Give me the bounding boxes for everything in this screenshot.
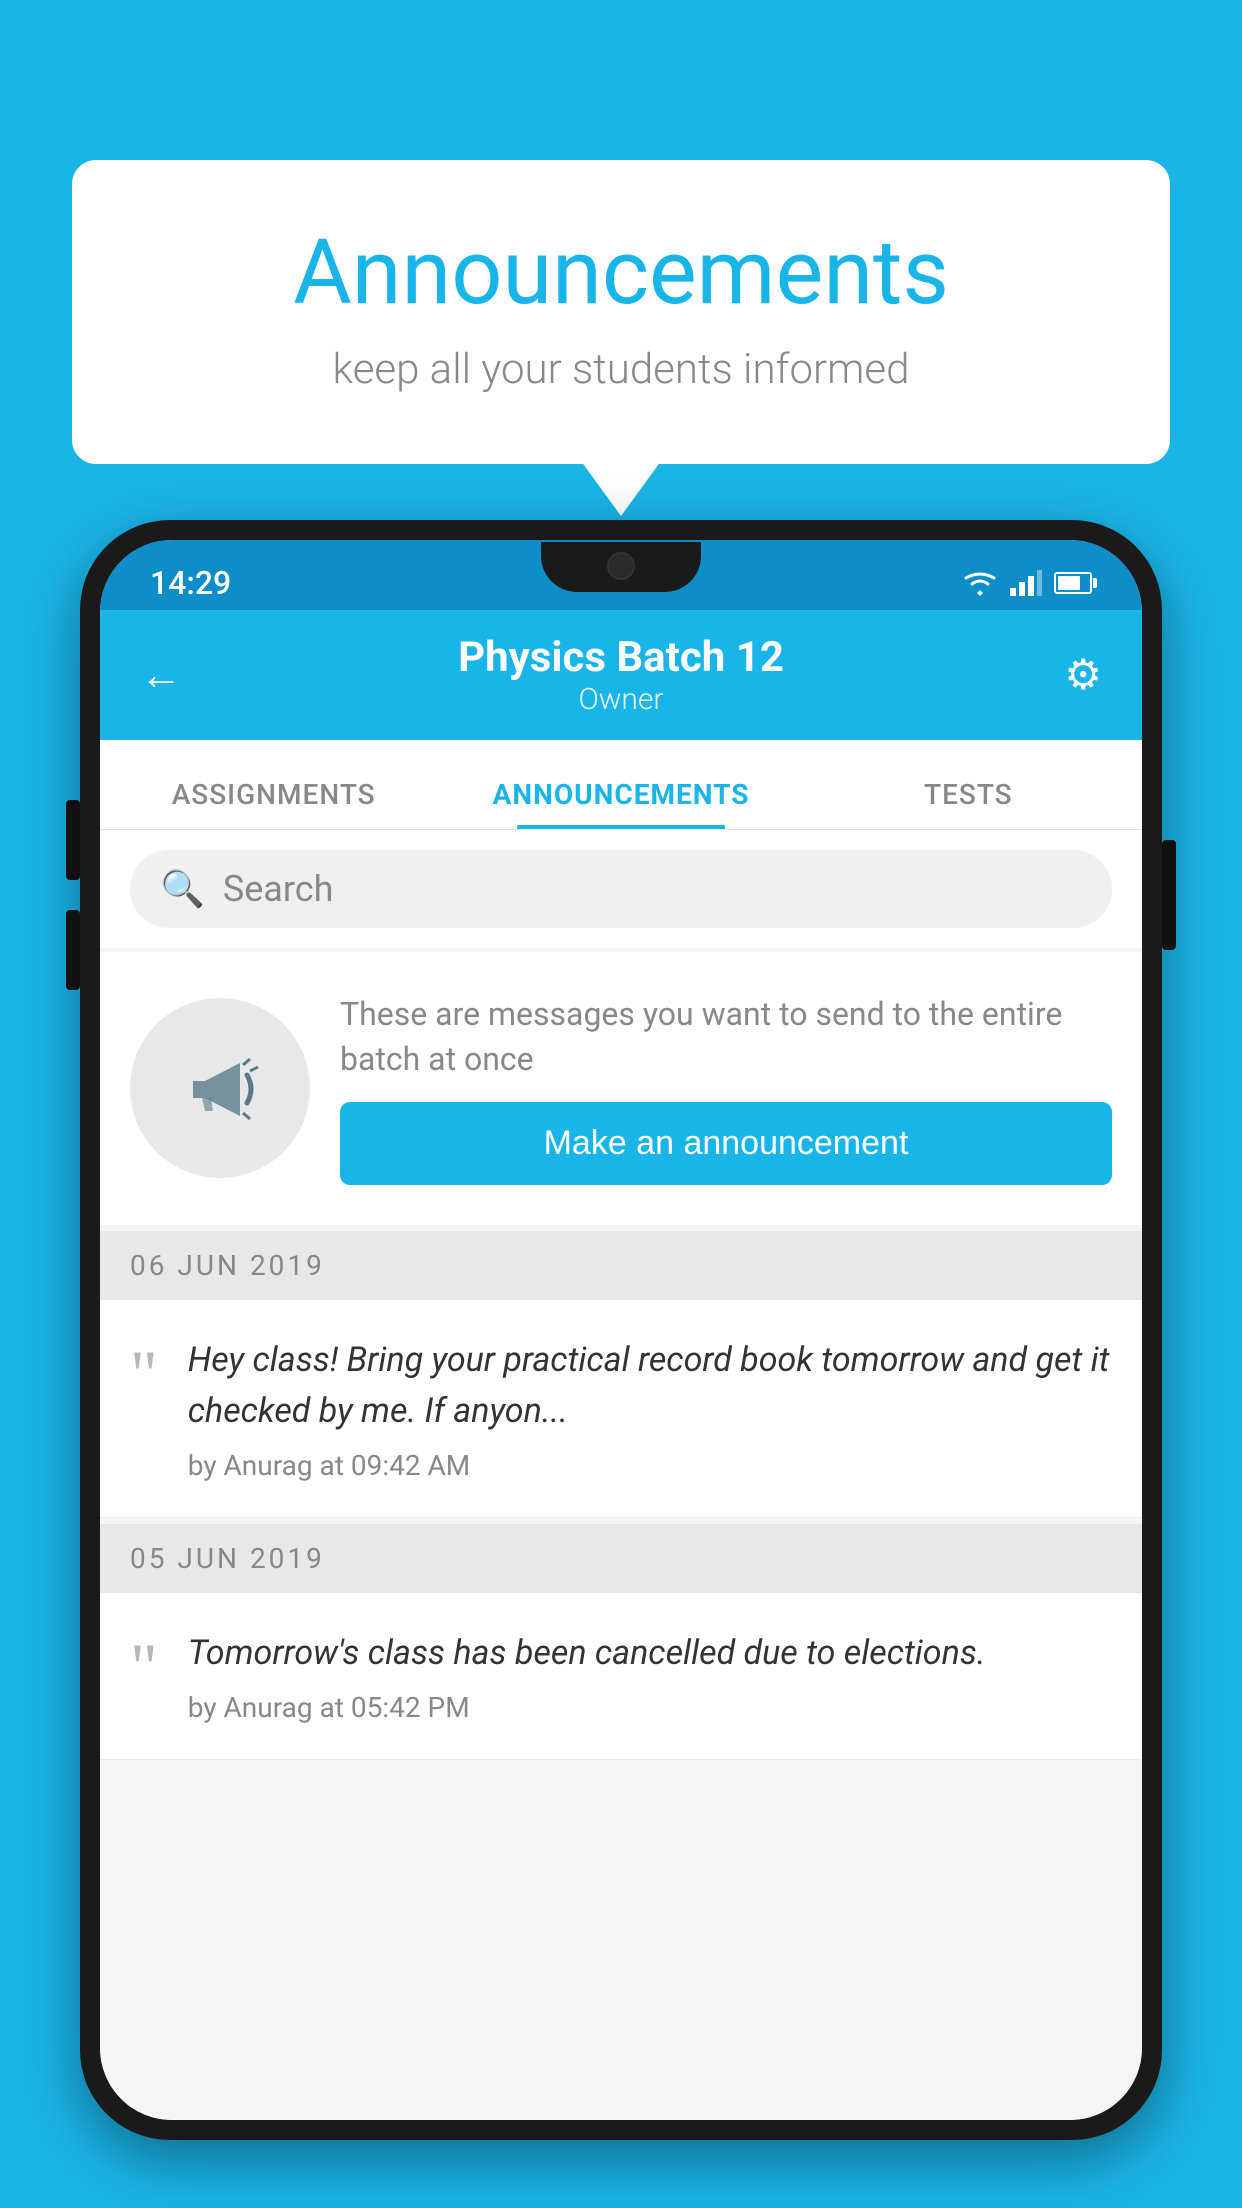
promo-content: These are messages you want to send to t…	[340, 992, 1112, 1185]
phone-notch	[541, 542, 701, 592]
power-button	[1162, 840, 1176, 950]
volume-up-button	[66, 800, 80, 880]
wifi-icon	[962, 570, 998, 596]
date-separator-2: 05 JUN 2019	[100, 1524, 1142, 1593]
announcement-item-2[interactable]: " Tomorrow's class has been cancelled du…	[100, 1593, 1142, 1760]
megaphone-icon	[175, 1043, 265, 1133]
back-button[interactable]: ←	[140, 651, 200, 700]
phone-screen: 14:29	[100, 540, 1142, 2120]
phone-container: 14:29	[80, 520, 1162, 2208]
phone-frame: 14:29	[80, 520, 1162, 2140]
search-input-wrapper[interactable]: 🔍 Search	[130, 850, 1112, 928]
tab-assignments[interactable]: ASSIGNMENTS	[100, 778, 447, 829]
tab-tests[interactable]: TESTS	[795, 778, 1142, 829]
content-area: 🔍 Search	[100, 830, 1142, 2120]
speech-bubble-container: Announcements keep all your students inf…	[72, 160, 1170, 464]
announcement-content-2: Tomorrow's class has been cancelled due …	[188, 1628, 1112, 1724]
announcement-item-1[interactable]: " Hey class! Bring your practical record…	[100, 1300, 1142, 1518]
speech-bubble: Announcements keep all your students inf…	[72, 160, 1170, 464]
search-placeholder: Search	[223, 868, 334, 910]
make-announcement-button[interactable]: Make an announcement	[340, 1102, 1112, 1185]
front-camera	[607, 552, 635, 580]
signal-icon	[1010, 570, 1042, 596]
app-header: ← Physics Batch 12 Owner ⚙	[100, 610, 1142, 740]
bubble-title: Announcements	[152, 220, 1090, 325]
announcement-content-1: Hey class! Bring your practical record b…	[188, 1335, 1112, 1482]
header-title: Physics Batch 12	[200, 633, 1042, 682]
tab-bar: ASSIGNMENTS ANNOUNCEMENTS TESTS	[100, 740, 1142, 830]
tab-announcements[interactable]: ANNOUNCEMENTS	[447, 778, 794, 829]
announcement-text-2: Tomorrow's class has been cancelled due …	[188, 1628, 1112, 1679]
announcement-promo: These are messages you want to send to t…	[100, 952, 1142, 1225]
header-title-container: Physics Batch 12 Owner	[200, 633, 1042, 717]
search-icon: 🔍	[160, 868, 205, 910]
bubble-subtitle: keep all your students informed	[152, 345, 1090, 394]
volume-down-button	[66, 910, 80, 990]
announcement-text-1: Hey class! Bring your practical record b…	[188, 1335, 1112, 1437]
promo-description: These are messages you want to send to t…	[340, 992, 1112, 1082]
status-time: 14:29	[150, 564, 231, 602]
search-container: 🔍 Search	[100, 830, 1142, 948]
settings-icon[interactable]: ⚙	[1042, 650, 1102, 700]
announcement-meta-2: by Anurag at 05:42 PM	[188, 1691, 1112, 1724]
announcement-meta-1: by Anurag at 09:42 AM	[188, 1449, 1112, 1482]
header-subtitle: Owner	[200, 682, 1042, 717]
promo-icon-circle	[130, 998, 310, 1178]
quote-icon-1: "	[130, 1340, 158, 1408]
quote-icon-2: "	[130, 1633, 158, 1701]
battery-icon	[1054, 572, 1092, 594]
date-separator-1: 06 JUN 2019	[100, 1231, 1142, 1300]
status-icons	[962, 570, 1092, 596]
